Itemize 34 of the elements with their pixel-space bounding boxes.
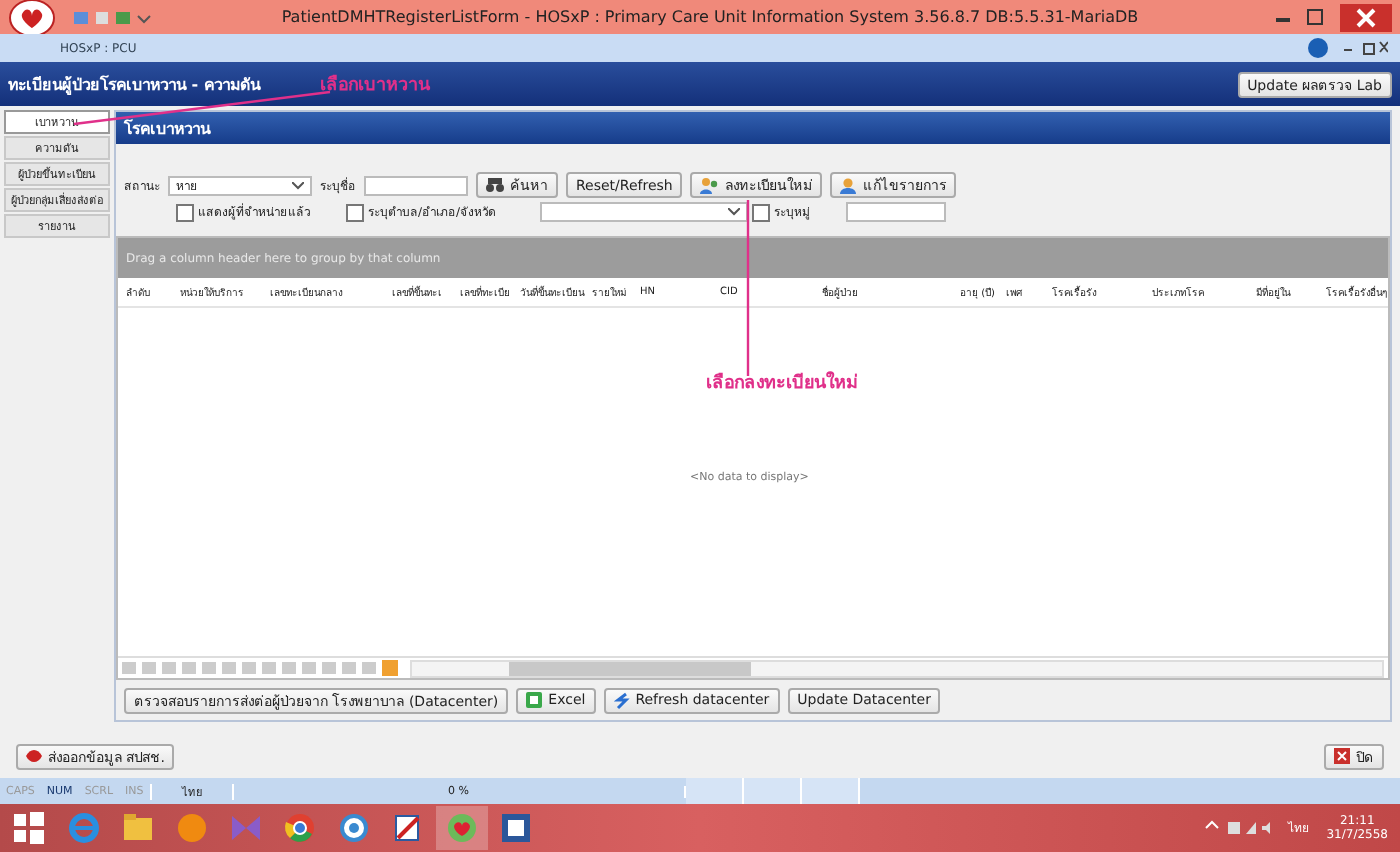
window-title: PatientDMHTRegisterListForm - HOSxP : Primary Care Unit Information System 3.56.8.7 DB:5.5.31-MariaDB <box>279 8 1141 26</box>
close-icon <box>1334 748 1350 764</box>
area-dropdown[interactable] <box>540 202 749 222</box>
refresh-icon <box>613 691 630 709</box>
navigator-icon <box>122 660 402 676</box>
annotation-text: เลือกเบาหวาน <box>319 72 430 98</box>
status-pane <box>685 778 744 804</box>
logo-icon <box>8 0 56 37</box>
chevron-down-icon <box>728 208 741 216</box>
export-icon <box>26 750 42 762</box>
annotation-text: เลือกลงทะเบียนใหม่ <box>706 369 858 396</box>
folder-icon[interactable] <box>120 810 156 846</box>
quick-access-icon <box>72 7 152 27</box>
tray-icons <box>1204 820 1273 836</box>
horizontal-scrollbar[interactable] <box>410 659 1384 677</box>
name-input-field[interactable] <box>364 175 468 195</box>
person-icon <box>840 177 857 193</box>
browser-icon[interactable] <box>66 810 102 846</box>
help-icon <box>1308 38 1388 58</box>
panel-title: โรคเบาหวาน <box>116 112 1390 144</box>
village-input-field[interactable] <box>846 202 947 222</box>
checkbox[interactable] <box>346 203 364 221</box>
status-pane <box>801 778 860 804</box>
chevron-down-icon <box>292 181 304 189</box>
people-icon <box>700 177 719 193</box>
binoculars-icon <box>486 178 504 192</box>
checkbox[interactable] <box>176 203 194 221</box>
form-title: ทะเบียนผู้ป่วยโรคเบาหวาน - ความดัน <box>8 73 260 97</box>
checkbox[interactable] <box>752 203 771 221</box>
start-icon[interactable] <box>12 810 48 846</box>
spreadsheet-icon <box>526 692 543 708</box>
eye-icon[interactable] <box>336 810 372 846</box>
status-pane <box>743 778 802 804</box>
sphere-icon[interactable] <box>174 810 210 846</box>
